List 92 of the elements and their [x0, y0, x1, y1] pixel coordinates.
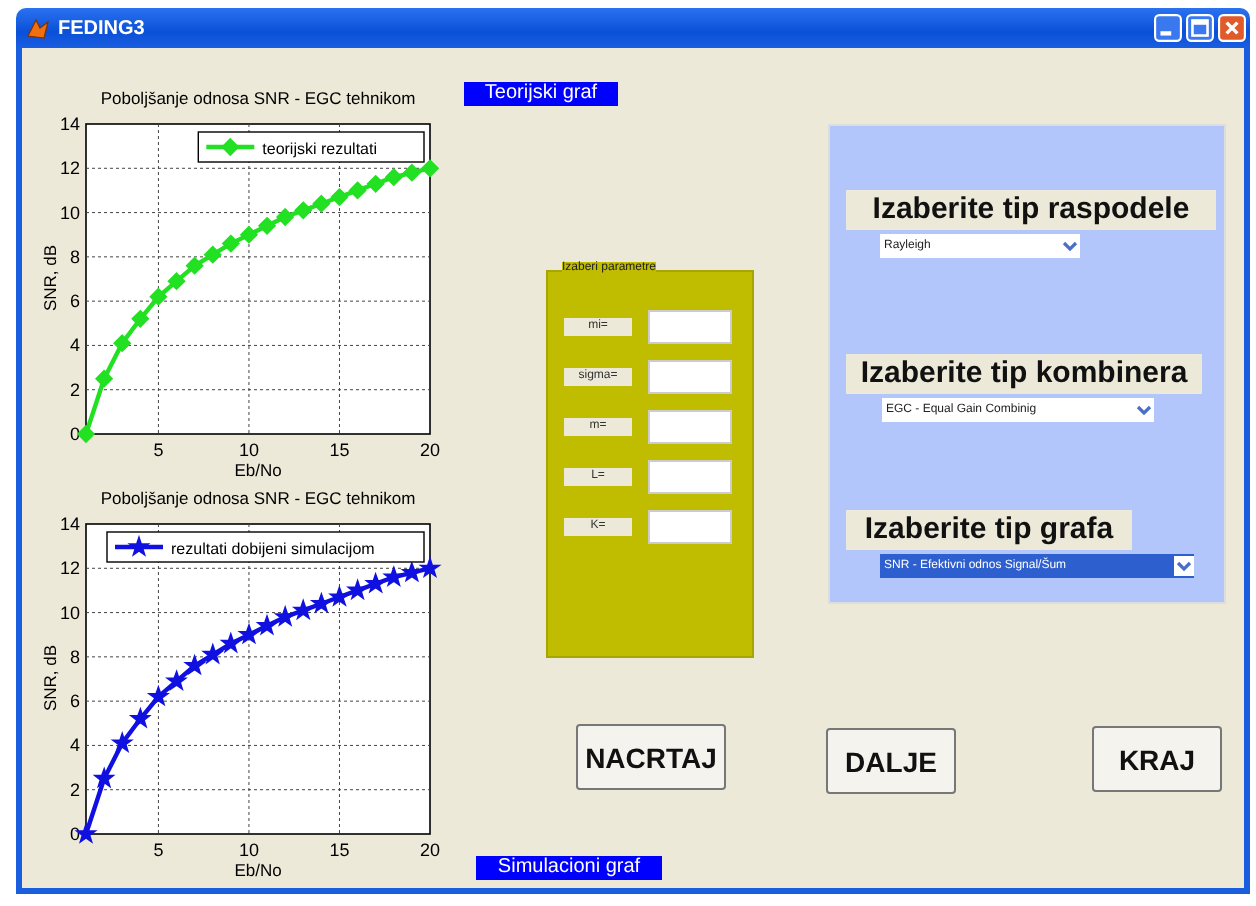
point — [77, 425, 95, 443]
point — [149, 287, 168, 306]
point — [402, 562, 422, 582]
point — [131, 310, 150, 328]
point — [365, 573, 386, 593]
caret-icon — [1134, 400, 1154, 420]
tick-label: 12 — [59, 158, 80, 179]
axis-label: SNR, dB — [40, 644, 60, 712]
tick-label: 2 — [69, 779, 80, 800]
maximize-button[interactable] — [1186, 14, 1214, 42]
tick-label: 10 — [238, 440, 259, 460]
tick-label: 15 — [329, 440, 350, 460]
tick-label: 14 — [59, 114, 80, 134]
legend-symbol-icon — [206, 137, 255, 157]
action-button[interactable]: DALJE — [826, 728, 956, 794]
graph-label: Teorijski graf — [464, 82, 618, 106]
point — [221, 633, 241, 653]
tick-label: 10 — [59, 202, 80, 223]
point — [421, 159, 439, 178]
action-button[interactable]: NACRTAJ — [576, 724, 726, 790]
point — [257, 615, 277, 635]
point — [130, 708, 151, 728]
tick-label: 5 — [153, 440, 164, 460]
point — [347, 580, 368, 599]
point — [312, 194, 331, 213]
caret-icon — [1060, 236, 1080, 256]
point — [258, 217, 276, 235]
selector-label: Izaberite tip kombinera — [846, 354, 1202, 394]
point — [348, 181, 367, 200]
point — [294, 201, 313, 220]
tick-label: 5 — [153, 840, 164, 860]
input-field[interactable] — [648, 310, 732, 344]
action-button[interactable]: KRAJ — [1092, 726, 1222, 792]
minimize-button[interactable] — [1154, 14, 1182, 42]
point — [184, 655, 205, 675]
axis-label: SNR, dB — [40, 244, 60, 312]
legend-symbol-icon — [115, 534, 163, 557]
point — [384, 168, 403, 186]
axis-label: Eb/No — [234, 860, 282, 880]
point — [383, 566, 404, 586]
point — [240, 225, 258, 244]
point — [167, 272, 186, 291]
tick-label: 4 — [69, 735, 80, 756]
tick-label: 15 — [329, 840, 350, 860]
tick-label: 6 — [69, 291, 80, 312]
input-field[interactable] — [648, 410, 732, 444]
tick-label: 10 — [238, 840, 259, 860]
axis-label: Eb/No — [234, 460, 282, 480]
point — [185, 256, 204, 275]
point — [329, 586, 350, 606]
point — [293, 600, 314, 619]
chart-title: Poboljšanje odnosa SNR - EGC tehnikom — [100, 88, 416, 108]
point — [330, 188, 349, 206]
selector-label: Izaberite tip raspodele — [846, 190, 1216, 230]
point — [222, 234, 240, 253]
legend-label: rezultati dobijeni simulacijom — [171, 540, 375, 558]
caret-icon — [1174, 556, 1194, 576]
point — [366, 174, 385, 193]
point — [202, 644, 223, 664]
tick-label: 4 — [69, 335, 80, 356]
tick-label: 20 — [420, 440, 440, 460]
point — [403, 163, 421, 182]
app-icon — [26, 16, 50, 40]
tick-label: 2 — [69, 379, 80, 400]
point — [94, 768, 114, 788]
tick-label: 20 — [420, 840, 440, 860]
close-button[interactable] — [1218, 14, 1246, 42]
input-field[interactable] — [648, 460, 732, 494]
selector-label: Izaberite tip grafa — [846, 510, 1132, 550]
graph-label: Simulacioni graf — [476, 856, 662, 880]
point — [203, 245, 222, 264]
legend-label: teorijski rezultati — [262, 140, 377, 158]
point — [420, 557, 440, 577]
point — [112, 732, 133, 752]
input-field[interactable] — [648, 510, 732, 544]
point — [113, 334, 132, 353]
tick-label: 8 — [69, 246, 80, 267]
tick-label: 8 — [69, 646, 80, 667]
point — [148, 686, 169, 706]
tick-label: 14 — [59, 514, 80, 534]
point — [166, 670, 187, 690]
input-field[interactable] — [648, 360, 732, 394]
tick-label: 6 — [69, 691, 80, 712]
point — [95, 369, 113, 388]
chart-title: Poboljšanje odnosa SNR - EGC tehnikom — [100, 488, 416, 508]
tick-label: 12 — [59, 558, 80, 579]
point — [276, 208, 294, 226]
tick-label: 10 — [59, 602, 80, 623]
point — [311, 593, 332, 613]
point — [275, 606, 295, 626]
point — [239, 624, 259, 644]
window-title: FEDING3 — [58, 17, 145, 39]
